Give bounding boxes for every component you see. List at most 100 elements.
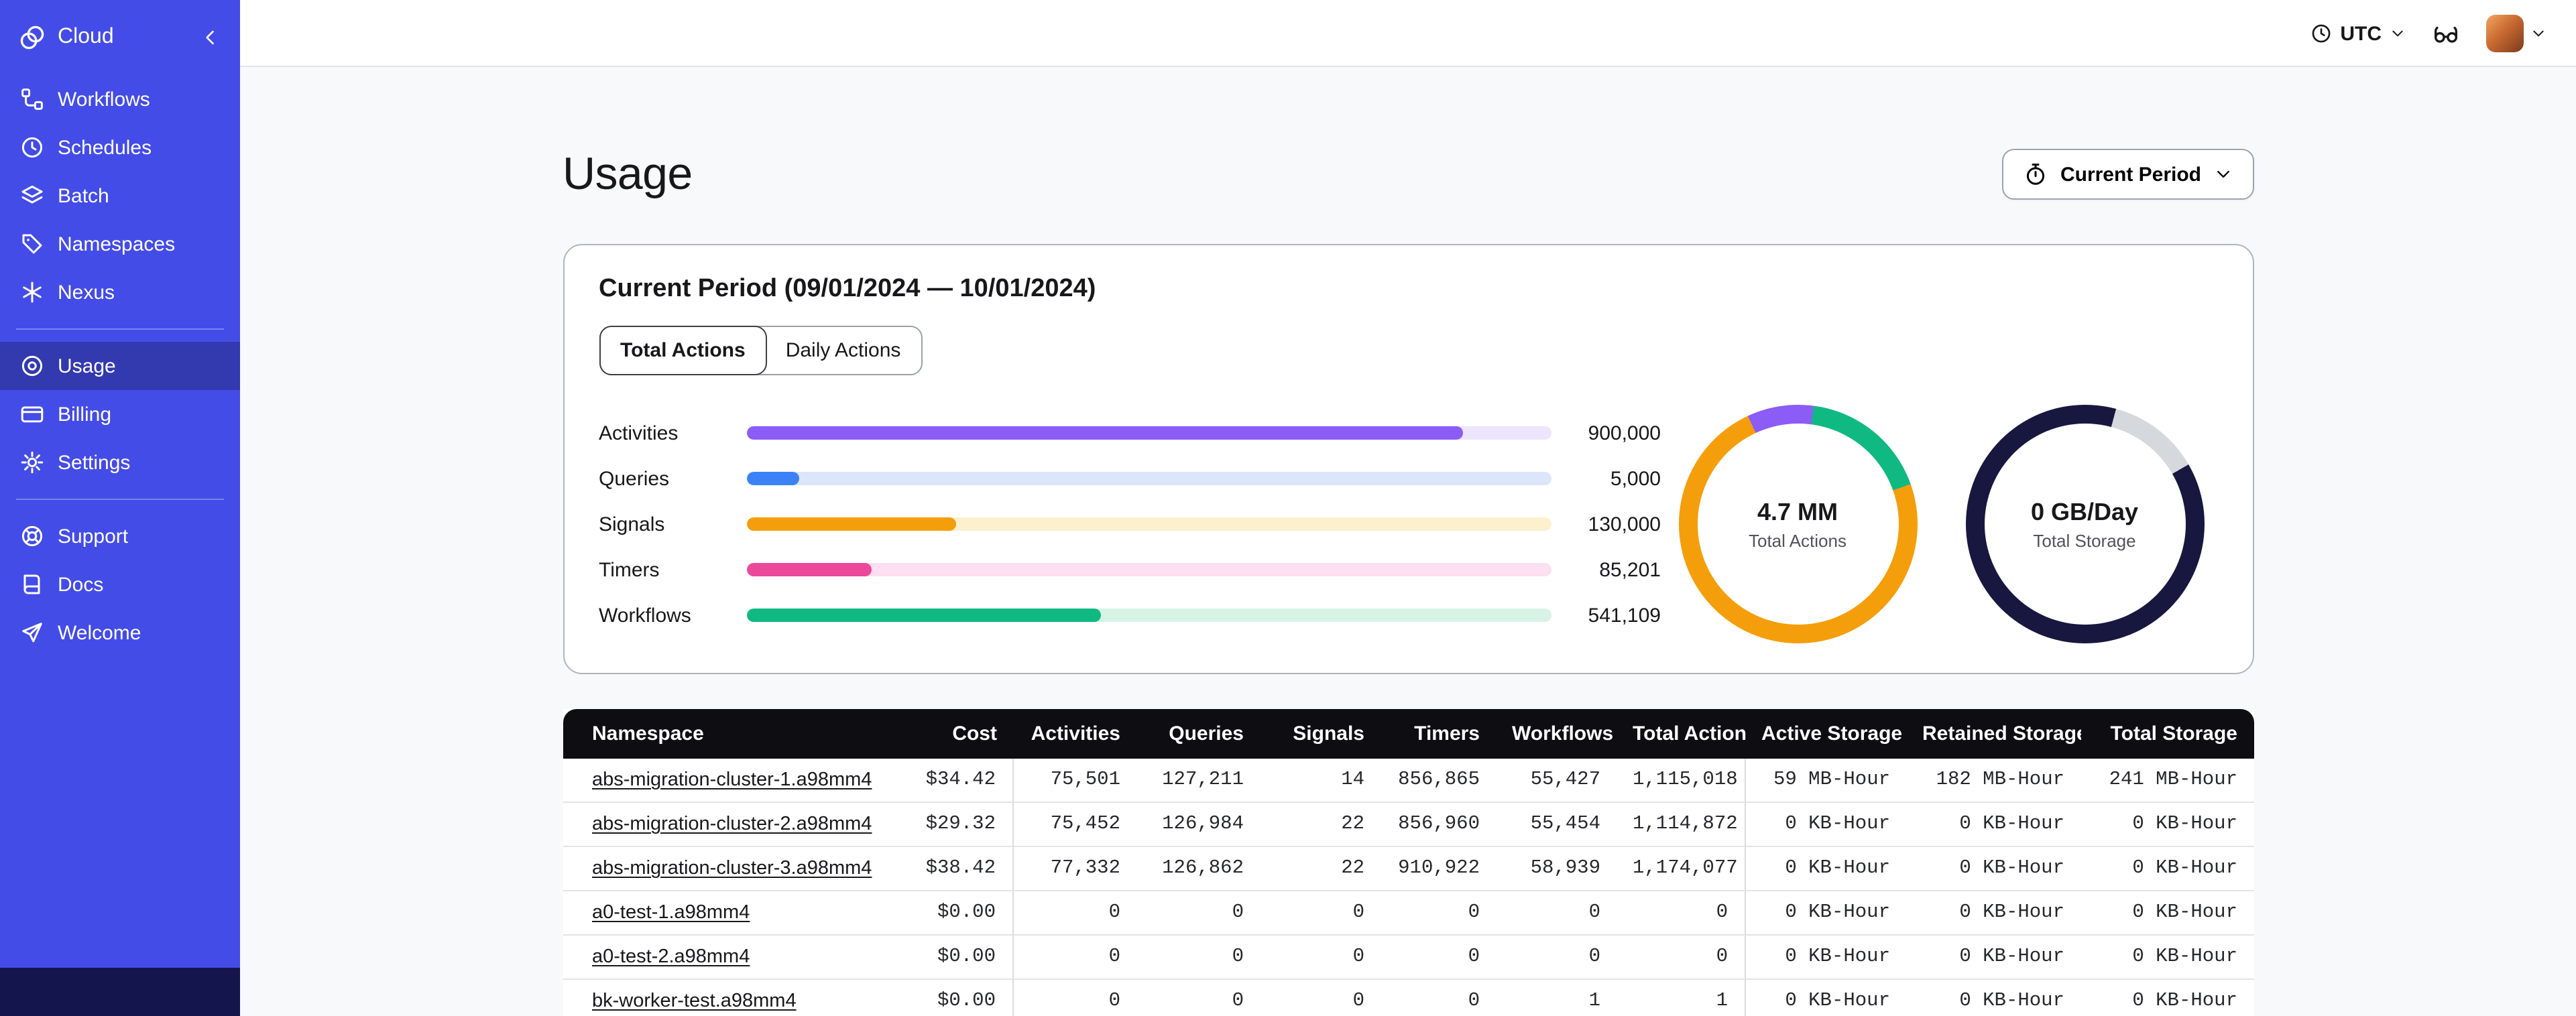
timezone-label: UTC xyxy=(2340,22,2382,45)
sidebar-item-nexus[interactable]: Nexus xyxy=(0,268,240,316)
cell-total-storage: 0 KB-Hour xyxy=(2081,891,2253,936)
namespace-link[interactable]: abs-migration-cluster-2.a98mm4 xyxy=(592,814,872,835)
cell-signals: 0 xyxy=(1260,891,1381,936)
cell-retained-storage: 0 KB-Hour xyxy=(1906,847,2081,891)
billing-icon xyxy=(20,402,44,426)
cell-retained-storage: 0 KB-Hour xyxy=(1906,980,2081,1016)
sidebar-item-label: Welcome xyxy=(58,621,141,644)
namespace-usage-table: Namespace Cost Activities Queries Signals Tim… xyxy=(563,709,2253,1016)
sidebar-item-support[interactable]: Support xyxy=(0,512,240,560)
sidebar-divider xyxy=(16,499,224,500)
sidebar-item-namespaces[interactable]: Namespaces xyxy=(0,220,240,268)
cell-active-storage: 0 KB-Hour xyxy=(1745,891,1906,936)
period-selector-button[interactable]: Current Period xyxy=(2002,149,2253,200)
cell-signals: 14 xyxy=(1260,759,1381,803)
sidebar-item-settings[interactable]: Settings xyxy=(0,438,240,487)
cell-cost: $38.42 xyxy=(898,847,1013,891)
cell-total-storage: 0 KB-Hour xyxy=(2081,803,2253,847)
namespace-link[interactable]: abs-migration-cluster-3.a98mm4 xyxy=(592,858,872,879)
schedules-icon xyxy=(20,135,44,160)
cell-signals: 0 xyxy=(1260,936,1381,980)
bar-fill xyxy=(746,609,1100,622)
cell-total-actions: 1,115,018 xyxy=(1617,759,1745,803)
bar-label: Timers xyxy=(599,558,660,581)
avatar[interactable] xyxy=(2486,15,2524,52)
cell-activities: 75,501 xyxy=(1013,759,1136,803)
cell-retained-storage: 0 KB-Hour xyxy=(1906,803,2081,847)
cell-retained-storage: 182 MB-Hour xyxy=(1906,759,2081,803)
usage-donut-charts: 4.7 MM Total Actions 0 GB/Day Total Storage xyxy=(1678,405,2217,643)
table-row: bk-worker-test.a98mm4 $0.00 0 0 0 0 1 1 0 KB-Hou… xyxy=(563,980,2253,1016)
sidebar-item-schedules[interactable]: Schedules xyxy=(0,123,240,172)
cell-activities: 0 xyxy=(1013,936,1136,980)
cell-total-actions: 0 xyxy=(1617,936,1745,980)
welcome-icon xyxy=(20,621,44,645)
sidebar-item-usage[interactable]: Usage xyxy=(0,342,240,390)
cell-timers: 0 xyxy=(1381,891,1496,936)
total-actions-donut: 4.7 MM Total Actions xyxy=(1678,405,1917,643)
sidebar-item-label: Namespaces xyxy=(58,233,176,255)
cell-total-storage: 0 KB-Hour xyxy=(2081,980,2253,1016)
nexus-icon xyxy=(20,280,44,304)
table-row: abs-migration-cluster-3.a98mm4 $38.42 77,3… xyxy=(563,847,2253,891)
settings-icon xyxy=(20,450,44,474)
bar-fill xyxy=(746,517,955,531)
table-row: a0-test-1.a98mm4 $0.00 0 0 0 0 0 0 0 KB-Hour 0 KB… xyxy=(563,891,2253,936)
usage-bar-chart: Activities 900,000 Queries 5,000 Signals 130,… xyxy=(599,410,1661,638)
sidebar-item-label: Nexus xyxy=(58,281,115,304)
chevron-down-icon xyxy=(2530,25,2546,42)
sidebar-collapse-button[interactable] xyxy=(200,27,221,48)
namespace-link[interactable]: a0-test-2.a98mm4 xyxy=(592,946,750,968)
cell-queries: 0 xyxy=(1136,980,1260,1016)
sidebar-item-batch[interactable]: Batch xyxy=(0,172,240,220)
account-menu[interactable] xyxy=(2486,15,2546,52)
cell-workflows: 1 xyxy=(1496,980,1617,1016)
cell-cost: $34.42 xyxy=(898,759,1013,803)
column-header-cost: Cost xyxy=(898,709,1013,759)
bar-label: Signals xyxy=(599,513,665,535)
cell-timers: 0 xyxy=(1381,980,1496,1016)
usage-summary-card: Current Period (09/01/2024 — 10/01/2024)… xyxy=(563,244,2253,674)
docs-icon xyxy=(20,572,44,596)
bar-fill xyxy=(746,563,871,576)
bar-label: Activities xyxy=(599,422,679,444)
glasses-icon[interactable] xyxy=(2433,20,2459,47)
page-title: Usage xyxy=(563,148,693,199)
namespace-cell: abs-migration-cluster-1.a98mm4 xyxy=(563,759,898,803)
cell-active-storage: 0 KB-Hour xyxy=(1745,936,1906,980)
namespace-cell: abs-migration-cluster-3.a98mm4 xyxy=(563,847,898,891)
bar-label: Workflows xyxy=(599,604,691,627)
sidebar-item-docs[interactable]: Docs xyxy=(0,560,240,609)
cell-total-storage: 0 KB-Hour xyxy=(2081,847,2253,891)
bar-value: 900,000 xyxy=(1588,422,1661,444)
workflows-icon xyxy=(20,87,44,111)
cell-queries: 126,862 xyxy=(1136,847,1260,891)
namespace-link[interactable]: bk-worker-test.a98mm4 xyxy=(592,991,797,1012)
chevron-down-icon xyxy=(2390,25,2406,42)
sidebar-footer xyxy=(0,968,240,1016)
usage-charts: Activities 900,000 Queries 5,000 Signals 130,… xyxy=(599,405,2217,643)
column-header-active-storage: Active Storage xyxy=(1745,709,1906,759)
cell-total-storage: 0 KB-Hour xyxy=(2081,936,2253,980)
sidebar-item-billing[interactable]: Billing xyxy=(0,390,240,438)
timezone-selector[interactable]: UTC xyxy=(2310,22,2406,45)
sidebar-item-workflows[interactable]: Workflows xyxy=(0,75,240,123)
cell-activities: 0 xyxy=(1013,980,1136,1016)
cell-signals: 22 xyxy=(1260,803,1381,847)
bar-value: 541,109 xyxy=(1588,604,1661,627)
cell-timers: 0 xyxy=(1381,936,1496,980)
cell-workflows: 58,939 xyxy=(1496,847,1617,891)
donut-value: 0 GB/Day xyxy=(2030,498,2139,525)
stopwatch-icon xyxy=(2024,162,2048,186)
bar-fill xyxy=(746,426,1462,440)
tab-daily-actions[interactable]: Daily Actions xyxy=(765,327,921,374)
cell-activities: 75,452 xyxy=(1013,803,1136,847)
sidebar-group-help: Support Docs Welcome xyxy=(0,512,240,657)
tab-total-actions[interactable]: Total Actions xyxy=(599,326,767,375)
namespace-link[interactable]: abs-migration-cluster-1.a98mm4 xyxy=(592,769,872,791)
sidebar-item-label: Settings xyxy=(58,451,131,474)
sidebar-item-welcome[interactable]: Welcome xyxy=(0,609,240,657)
namespace-cell: abs-migration-cluster-2.a98mm4 xyxy=(563,803,898,847)
namespace-link[interactable]: a0-test-1.a98mm4 xyxy=(592,902,750,924)
column-header-signals: Signals xyxy=(1260,709,1381,759)
